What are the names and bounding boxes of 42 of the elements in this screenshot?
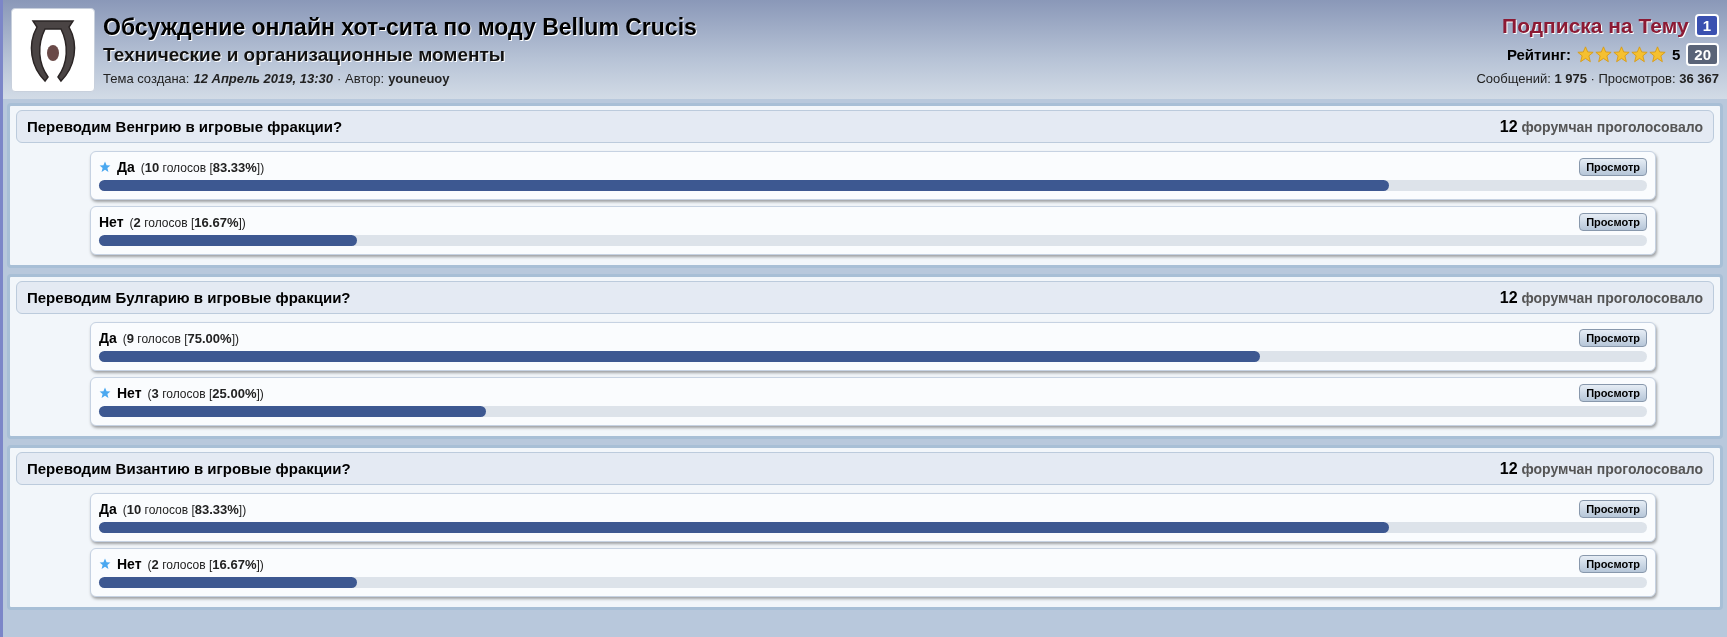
view-button[interactable]: Просмотр [1579, 500, 1647, 518]
option-result: (10 голосов [83.33%]) [140, 159, 265, 175]
author-link[interactable]: youneuoy [388, 70, 450, 86]
view-button[interactable]: Просмотр [1579, 555, 1647, 573]
topic-subtitle: Технические и организационные моменты [103, 43, 506, 66]
vote-count: 12 форумчан проголосовало [1499, 288, 1703, 307]
star-icon [1576, 45, 1594, 63]
option-label: Нет [99, 214, 124, 230]
option-label: Да [117, 159, 135, 175]
option-result: (2 голосов [16.67%]) [147, 556, 264, 572]
poll-question: Переводим Византию в игровые фракции? [27, 460, 351, 477]
star-icon [1648, 45, 1666, 63]
topic-stats: Сообщений: 1 975 · Просмотров: 36 367 [1476, 70, 1719, 86]
vote-count: 12 форумчан проголосовало [1499, 459, 1703, 478]
option-label: Нет [117, 556, 142, 572]
option-result: (2 голосов [16.67%]) [129, 214, 246, 230]
view-button[interactable]: Просмотр [1579, 158, 1647, 176]
star-icon [1612, 45, 1630, 63]
author-label: · Автор: [337, 70, 385, 86]
view-button[interactable]: Просмотр [1579, 213, 1647, 231]
created-label: Тема создана: [103, 70, 190, 86]
option-label: Да [99, 330, 117, 346]
subscriber-count: 1 [1694, 14, 1719, 37]
topic-title: Обсуждение онлайн хот-сита по моду Bellum Crucis [103, 13, 698, 41]
option-result: (9 голосов [75.00%]) [122, 330, 239, 346]
star-icon [1594, 45, 1612, 63]
created-date: 12 Апрель 2019, 13:30 [193, 70, 333, 86]
option-label: Нет [117, 385, 142, 401]
poll-question: Переводим Венгрию в игровые фракции? [27, 118, 343, 135]
option-label: Да [99, 501, 117, 517]
option-result: (3 голосов [25.00%]) [147, 385, 264, 401]
subscribe-link[interactable]: Подписка на Тему [1502, 13, 1689, 38]
poll-question: Переводим Булгарию в игровые фракции? [27, 289, 351, 306]
rating-label: Рейтинг: [1506, 45, 1571, 63]
option-result: (10 голосов [83.33%]) [122, 501, 247, 517]
view-button[interactable]: Просмотр [1579, 384, 1647, 402]
rating-value: 5 [1671, 45, 1681, 63]
star-icon [1630, 45, 1648, 63]
logo-icon [11, 7, 95, 92]
view-button[interactable]: Просмотр [1579, 329, 1647, 347]
vote-count: 12 форумчан проголосовало [1499, 117, 1703, 136]
rating-count: 20 [1686, 42, 1719, 66]
